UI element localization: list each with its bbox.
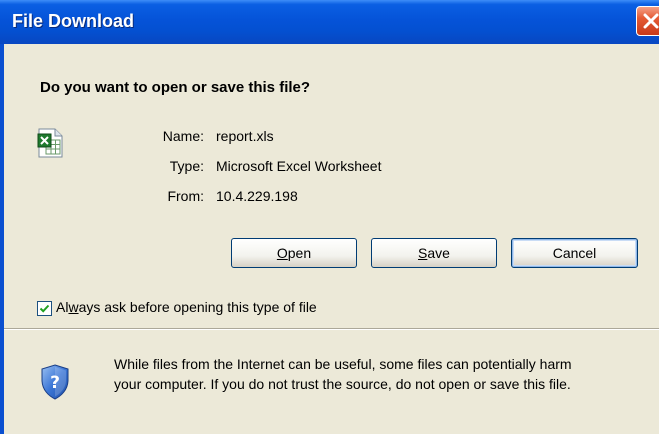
open-button[interactable]: Open [231, 238, 357, 268]
security-shield-icon: ? [40, 364, 70, 405]
type-label: Type: [169, 158, 204, 174]
checkmark-icon [39, 304, 50, 313]
window-title: File Download [12, 11, 135, 31]
close-button[interactable] [636, 6, 659, 36]
file-from-value: 10.4.229.198 [216, 188, 298, 204]
security-warning-text: While files from the Internet can be use… [114, 354, 659, 394]
warning-line-1: While files from the Internet can be use… [114, 356, 572, 372]
from-label: From: [167, 188, 204, 204]
always-ask-label[interactable]: Always ask before opening this type of f… [56, 299, 317, 315]
file-type-value: Microsoft Excel Worksheet [216, 158, 382, 174]
cancel-button[interactable]: Cancel [511, 238, 638, 268]
always-ask-label-suffix: ays ask before opening this type of file [78, 299, 317, 315]
file-download-dialog: File Download Do you want to open or sav… [0, 0, 659, 434]
save-button-suffix: ave [427, 245, 450, 261]
dialog-content: Do you want to open or save this file? N… [4, 44, 659, 434]
save-button[interactable]: Save [371, 238, 497, 268]
name-label: Name: [162, 128, 204, 144]
close-icon [643, 13, 659, 29]
open-button-mnemonic: O [276, 245, 288, 261]
cancel-button-label: Cancel [552, 245, 597, 261]
always-ask-checkbox[interactable] [37, 301, 52, 316]
file-name-value: report.xls [216, 128, 274, 144]
section-divider-highlight [4, 329, 659, 330]
excel-file-icon [37, 128, 65, 163]
open-button-suffix: pen [287, 245, 312, 261]
save-button-mnemonic: S [418, 245, 428, 261]
dialog-question: Do you want to open or save this file? [40, 79, 311, 96]
warning-line-2: your computer. If you do not trust the s… [114, 376, 571, 392]
svg-text:?: ? [50, 373, 60, 393]
always-ask-label-mnemonic: w [68, 299, 79, 315]
always-ask-label-prefix: Al [56, 299, 69, 315]
title-bar[interactable]: File Download [0, 0, 659, 44]
